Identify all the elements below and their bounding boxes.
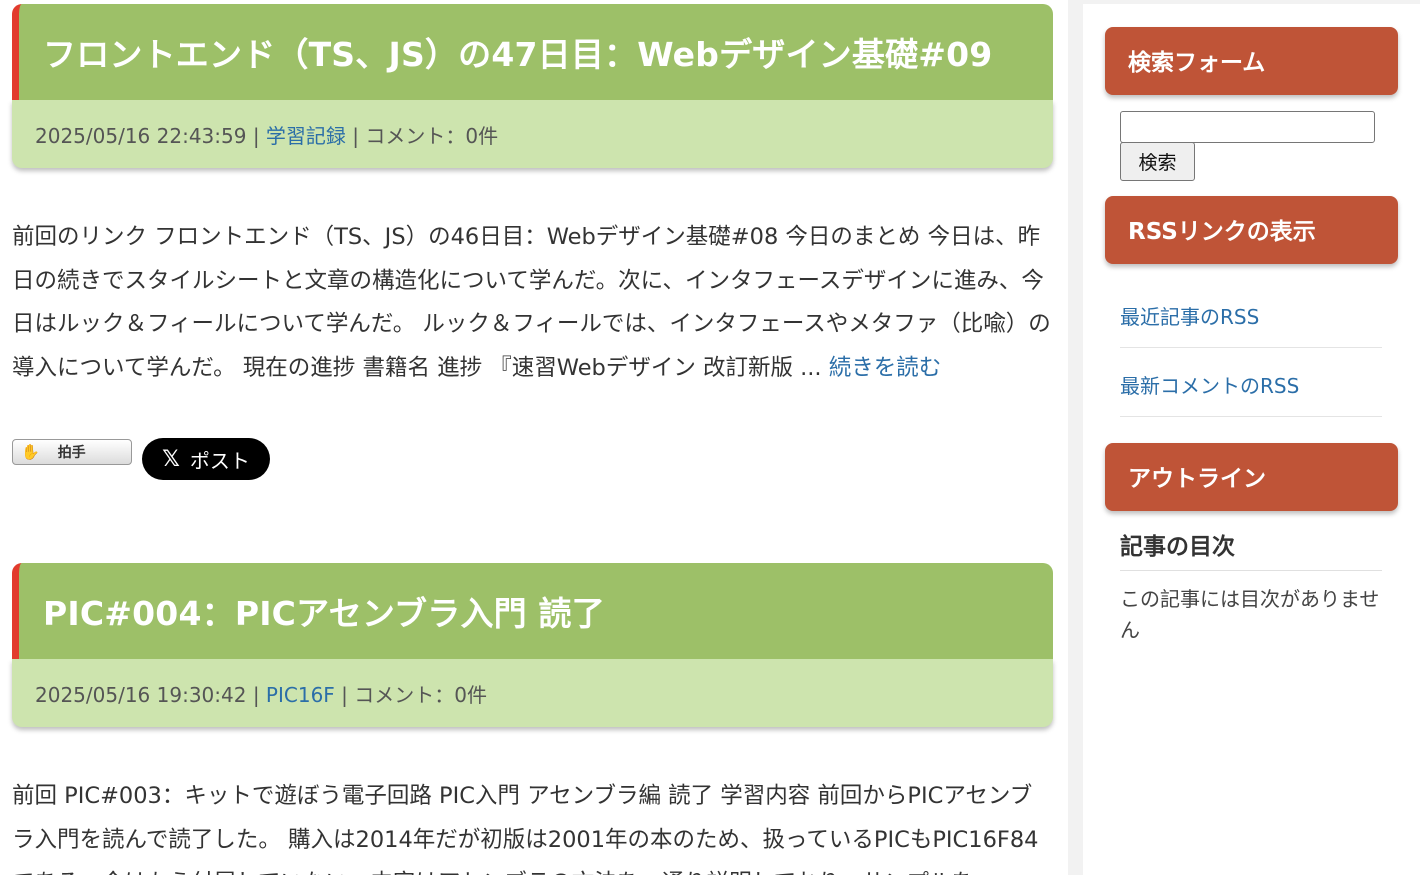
share-buttons: ✋ 拍手 𝕏 ポスト — [12, 438, 1053, 480]
toc-empty-message: この記事には目次がありません — [1120, 587, 1380, 642]
article-excerpt: 前回 PIC#003：キットで遊ぼう電子回路 PIC入門 アセンブラ編 読了 学… — [12, 775, 1053, 875]
meta-separator: | — [246, 683, 266, 707]
search-button[interactable]: 検索 — [1120, 142, 1195, 181]
clap-button[interactable]: ✋ 拍手 — [12, 439, 132, 465]
category-link[interactable]: 学習記録 — [266, 124, 346, 148]
recent-articles-rss-link[interactable]: 最近記事のRSS — [1120, 279, 1382, 348]
meta-separator: | — [345, 124, 366, 148]
article-title[interactable]: フロントエンド（TS、JS）の47日目：Webデザイン基礎#09 — [43, 28, 992, 76]
category-link[interactable]: PIC16F — [266, 683, 335, 707]
comment-count[interactable]: コメント：0件 — [354, 683, 487, 707]
read-more-link[interactable]: 続きを読む — [829, 355, 942, 381]
meta-separator: | — [246, 124, 266, 148]
article-date: 2025/05/16 19:30:42 — [35, 683, 247, 707]
rss-widget-heading: RSSリンクの表示 — [1105, 196, 1398, 264]
outline-widget-heading: アウトライン — [1105, 443, 1398, 511]
article-title[interactable]: PIC#004：PICアセンブラ入門 読了 — [43, 587, 605, 635]
post-label: ポスト — [189, 448, 250, 473]
article-excerpt: 前回のリンク フロントエンド（TS、JS）の46日目：Webデザイン基礎#08 … — [12, 216, 1053, 390]
article-meta: 2025/05/16 19:30:42 | PIC16F | コメント：0件 — [12, 659, 1053, 727]
article-date: 2025/05/16 22:43:59 — [35, 124, 247, 148]
toc-title: 記事の目次 — [1120, 527, 1382, 571]
clap-label: 拍手 — [57, 445, 86, 461]
article: フロントエンド（TS、JS）の47日目：Webデザイン基礎#09 2025/05… — [12, 4, 1053, 480]
x-post-button[interactable]: 𝕏 ポスト — [142, 438, 270, 480]
search-widget-heading: 検索フォーム — [1105, 27, 1398, 95]
x-logo-icon: 𝕏 — [162, 446, 180, 472]
article-header: フロントエンド（TS、JS）の47日目：Webデザイン基礎#09 — [12, 4, 1053, 100]
article: PIC#004：PICアセンブラ入門 読了 2025/05/16 19:30:4… — [12, 563, 1053, 875]
main-column: フロントエンド（TS、JS）の47日目：Webデザイン基礎#09 2025/05… — [0, 0, 1068, 875]
page: フロントエンド（TS、JS）の47日目：Webデザイン基礎#09 2025/05… — [0, 0, 1420, 875]
comment-count[interactable]: コメント：0件 — [365, 124, 498, 148]
article-header: PIC#004：PICアセンブラ入門 読了 — [12, 563, 1053, 659]
search-input[interactable] — [1120, 111, 1375, 143]
clap-hands-icon: ✋ — [21, 443, 40, 461]
meta-separator: | — [334, 683, 355, 707]
article-meta: 2025/05/16 22:43:59 | 学習記録 | コメント：0件 — [12, 100, 1053, 168]
sidebar: 検索フォーム 検索 RSSリンクの表示 最近記事のRSS 最新コメントのRSS … — [1083, 4, 1420, 875]
excerpt-text: 前回 PIC#003：キットで遊ぼう電子回路 PIC入門 アセンブラ編 読了 学… — [12, 783, 1039, 875]
recent-comments-rss-link[interactable]: 最新コメントのRSS — [1120, 348, 1382, 417]
